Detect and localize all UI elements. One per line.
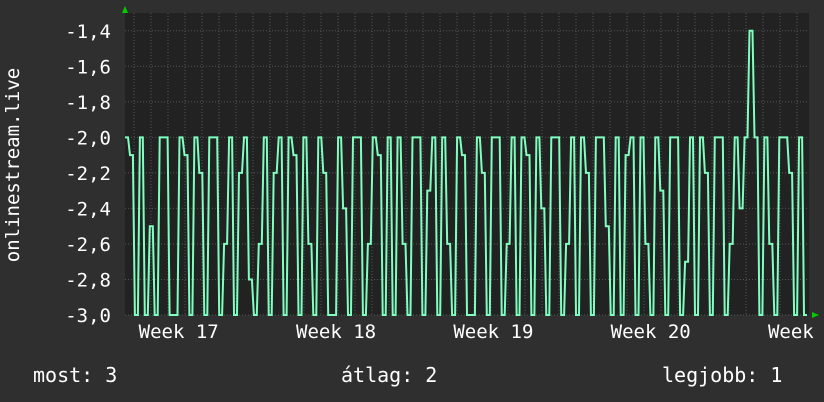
x-axis-arrow (812, 312, 819, 318)
x-tick-label: Week 20 (611, 321, 691, 343)
x-axis-ticks: Week 17 Week 18 Week 19 Week 20 Week (139, 321, 815, 343)
chart-container: -1,4 -1,6 -1,8 -2,0 -2,2 -2,4 -2,6 -2,8 -3,0 Wee… (0, 0, 824, 402)
y-tick-label: -2,2 (65, 163, 111, 185)
y-axis-arrow (122, 6, 128, 13)
legend-current: most: 3 (33, 363, 118, 387)
y-tick-label: -1,8 (65, 92, 111, 114)
y-axis-label: onlinestream.live (2, 68, 24, 262)
y-tick-label: -2,6 (65, 234, 111, 256)
legend-best: legjobb: 1 (662, 363, 783, 387)
x-tick-label: Week 17 (139, 321, 219, 343)
y-tick-label: -2,8 (65, 269, 111, 291)
y-tick-label: -1,4 (65, 21, 111, 43)
y-tick-label: -3,0 (65, 305, 111, 327)
line-chart: -1,4 -1,6 -1,8 -2,0 -2,2 -2,4 -2,6 -2,8 -3,0 Wee… (2, 6, 819, 343)
y-tick-label: -2,0 (65, 127, 111, 149)
legend-average: átlag: 2 (341, 363, 438, 387)
y-tick-label: -1,6 (65, 56, 111, 78)
x-tick-label: Week 18 (296, 321, 376, 343)
y-axis-ticks: -1,4 -1,6 -1,8 -2,0 -2,2 -2,4 -2,6 -2,8 -3,0 (65, 21, 111, 327)
x-tick-label: Week 19 (453, 321, 533, 343)
x-tick-label: Week (768, 321, 814, 343)
y-tick-label: -2,4 (65, 198, 111, 220)
